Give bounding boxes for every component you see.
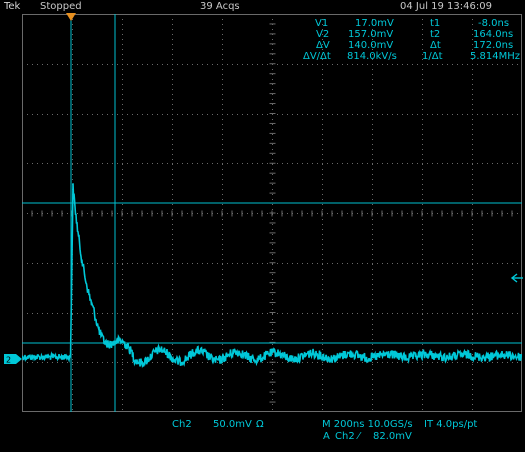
frequency-value: 5.814MHz: [470, 51, 521, 62]
acquisition-state: Stopped: [40, 1, 82, 12]
date-time: 04 Jul 19 13:46:09: [400, 1, 492, 12]
delta-t-label: Δt: [430, 40, 441, 51]
v1-value: 17.0mV: [355, 18, 394, 29]
volts-per-div[interactable]: 50.0mV: [213, 419, 252, 431]
delta-t-value: 172.0ns: [473, 40, 514, 51]
svg-text:2: 2: [6, 356, 11, 365]
bottom-status-bar: Ch2 50.0mV Ω M 200ns 10.0GS/s IT 4.0ps/p…: [0, 412, 525, 452]
t2-label: t2: [430, 29, 441, 40]
scope-screen: [21, 13, 523, 413]
delta-v-value: 140.0mV: [348, 40, 394, 51]
trigger-level[interactable]: 82.0mV: [373, 431, 412, 443]
interpolation-rate: IT 4.0ps/pt: [424, 419, 478, 430]
trigger-prefix: A: [323, 431, 330, 442]
v2-value: 157.0mV: [348, 29, 394, 40]
acquisition-count: 39 Acqs: [200, 1, 240, 12]
trigger-position-icon: [66, 13, 76, 21]
v1-label: V1: [315, 18, 329, 29]
timebase[interactable]: M 200ns 10.0GS/s: [322, 419, 413, 431]
trigger-level-arrow-icon[interactable]: [510, 272, 524, 284]
scope-graticule: [21, 13, 523, 413]
trigger-source[interactable]: Ch2: [335, 431, 355, 443]
brand-label: Tek: [4, 1, 21, 12]
t1-label: t1: [430, 18, 441, 29]
slope-value: 814.0kV/s: [347, 51, 397, 62]
ch2-ground-marker-icon[interactable]: 2: [4, 354, 22, 364]
slope-label: ΔV/Δt: [303, 51, 331, 62]
channel-label[interactable]: Ch2: [172, 419, 192, 431]
frequency-label: 1/Δt: [422, 51, 443, 62]
v2-label: V2: [316, 29, 330, 40]
delta-v-label: ΔV: [316, 40, 330, 51]
top-status-bar: Tek Stopped 39 Acqs 04 Jul 19 13:46:09: [0, 0, 525, 14]
t1-value: -8.0ns: [478, 18, 510, 29]
coupling-symbol: Ω: [256, 419, 264, 430]
trigger-slope-icon: ⁄: [358, 431, 360, 442]
t2-value: 164.0ns: [473, 29, 514, 40]
